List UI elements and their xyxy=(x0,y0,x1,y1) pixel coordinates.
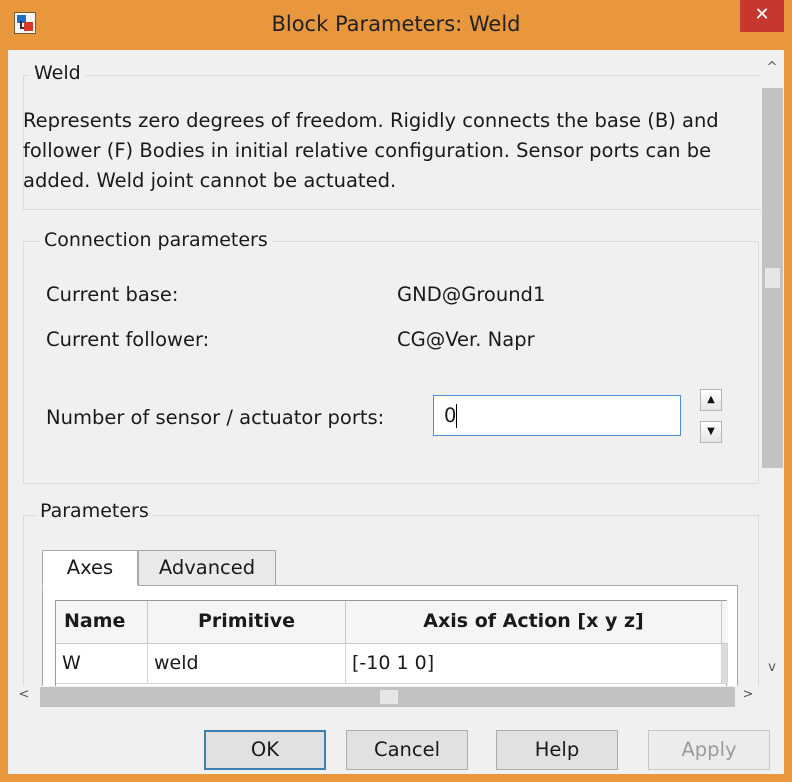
weld-section-title: Weld xyxy=(30,62,85,84)
horizontal-scroll-thumb[interactable] xyxy=(40,687,735,707)
table-cell-primitive[interactable]: weld xyxy=(148,644,346,684)
table-cell-name[interactable]: W xyxy=(56,644,148,684)
current-base-value: GND@Ground1 xyxy=(397,283,546,306)
current-base-label: Current base: xyxy=(46,283,179,306)
spin-down-icon[interactable]: ▼ xyxy=(700,421,722,443)
table-scroll-edge xyxy=(722,644,728,684)
table-cell-axis[interactable]: [-10 1 0] xyxy=(346,644,722,684)
column-header-name[interactable]: Name xyxy=(56,601,148,644)
dialog-window: Block Parameters: Weld ✕ Weld Represents… xyxy=(0,0,792,782)
spin-up-icon[interactable]: ▲ xyxy=(700,389,722,411)
dialog-client-area: Weld Represents zero degrees of freedom.… xyxy=(8,50,784,774)
vertical-scrollbar[interactable]: ^ v xyxy=(761,50,784,686)
axes-table: Name Primitive Axis of Action [x y z] W … xyxy=(55,600,728,686)
scroll-content: Weld Represents zero degrees of freedom.… xyxy=(8,50,761,686)
scroll-right-icon[interactable]: > xyxy=(738,687,758,702)
window-title: Block Parameters: Weld xyxy=(271,12,521,36)
apply-button[interactable]: Apply xyxy=(648,730,770,770)
block-description: Represents zero degrees of freedom. Rigi… xyxy=(23,109,719,192)
column-header-primitive[interactable]: Primitive xyxy=(148,601,346,644)
parameters-section-title: Parameters xyxy=(36,500,153,522)
connection-section-title: Connection parameters xyxy=(40,229,272,251)
axes-tab-panel: Name Primitive Axis of Action [x y z] W … xyxy=(42,585,738,686)
ports-input[interactable]: 0 xyxy=(433,395,681,436)
cancel-button[interactable]: Cancel xyxy=(346,730,468,770)
horizontal-scrollbar[interactable]: < > xyxy=(8,686,784,708)
scroll-down-icon[interactable]: v xyxy=(762,660,782,675)
scroll-left-icon[interactable]: < xyxy=(14,687,34,702)
tab-advanced[interactable]: Advanced xyxy=(138,550,276,586)
ports-input-value: 0 xyxy=(444,404,457,427)
header-filler xyxy=(722,601,728,644)
help-button[interactable]: Help xyxy=(496,730,618,770)
text-caret xyxy=(456,404,457,428)
connection-parameters-group xyxy=(23,241,759,484)
vertical-scroll-thumb[interactable] xyxy=(762,88,783,468)
scroll-up-icon[interactable]: ^ xyxy=(762,60,782,75)
ok-button[interactable]: OK xyxy=(204,730,326,770)
close-button[interactable]: ✕ xyxy=(740,0,784,32)
title-bar[interactable]: Block Parameters: Weld ✕ xyxy=(0,0,792,50)
tab-axes[interactable]: Axes xyxy=(42,550,138,586)
column-header-axis[interactable]: Axis of Action [x y z] xyxy=(346,601,722,644)
current-follower-label: Current follower: xyxy=(46,328,210,351)
current-follower-value: CG@Ver. Napr xyxy=(397,328,535,351)
ports-label: Number of sensor / actuator ports: xyxy=(46,406,385,429)
